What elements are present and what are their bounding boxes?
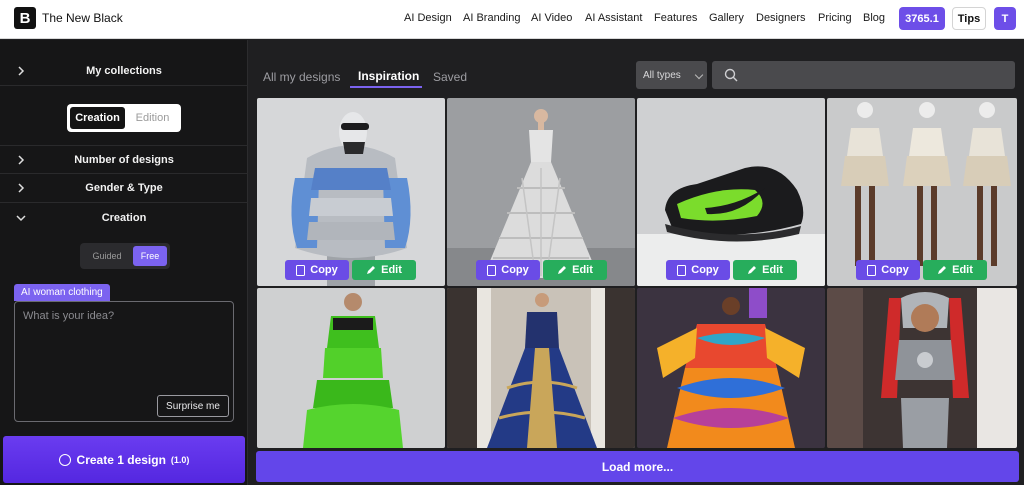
pencil-icon — [367, 266, 376, 274]
green-puffer-image — [257, 288, 445, 448]
chevron-down-icon — [16, 214, 26, 221]
pencil-icon — [748, 266, 757, 274]
my-collections-label: My collections — [86, 65, 162, 77]
active-tab-indicator — [350, 86, 422, 88]
chevron-right-icon — [18, 183, 25, 193]
type-filter-select[interactable]: All types — [636, 61, 707, 89]
nav-designers[interactable]: Designers — [756, 12, 806, 24]
gender-type-row[interactable]: Gender & Type — [0, 174, 248, 203]
edit-label: Edit — [762, 264, 783, 276]
tab-inspiration[interactable]: Inspiration — [358, 69, 419, 83]
lace-gown-image — [447, 98, 635, 286]
edit-label: Edit — [952, 264, 973, 276]
search-icon — [724, 68, 738, 82]
nav-features[interactable]: Features — [654, 12, 697, 24]
tab-all-my-designs[interactable]: All my designs — [263, 70, 340, 84]
sneaker-image — [637, 98, 825, 286]
edit-button[interactable]: Edit — [352, 260, 416, 280]
chevron-down-icon — [694, 70, 704, 80]
chevron-right-icon — [18, 154, 25, 165]
creation-mode-toggle: Guided Free — [80, 243, 170, 269]
edit-button[interactable]: Edit — [543, 260, 607, 280]
create-design-label: Create 1 design — [76, 452, 166, 467]
edit-label: Edit — [572, 264, 593, 276]
edit-button[interactable]: Edit — [923, 260, 987, 280]
runway-gown-image — [447, 288, 635, 448]
brand-name[interactable]: The New Black — [42, 11, 123, 25]
armor-look-image — [827, 288, 1017, 448]
copy-icon — [296, 264, 306, 276]
number-of-designs-label: Number of designs — [74, 153, 174, 166]
top-navbar: B The New Black AI Design AI Branding AI… — [0, 0, 1024, 39]
design-card-puffer-jacket[interactable] — [257, 98, 445, 286]
edit-button[interactable]: Edit — [733, 260, 797, 280]
search-input[interactable] — [712, 61, 1015, 89]
nav-blog[interactable]: Blog — [863, 12, 885, 24]
tips-button[interactable]: Tips — [952, 7, 986, 30]
nav-gallery[interactable]: Gallery — [709, 12, 744, 24]
pencil-icon — [558, 266, 567, 274]
mode-edition-button[interactable]: Edition — [127, 107, 178, 129]
gender-type-label: Gender & Type — [85, 182, 163, 194]
design-card-armor-look[interactable] — [827, 288, 1017, 448]
copy-label: Copy — [691, 264, 719, 276]
copy-icon — [487, 264, 497, 276]
copy-button[interactable]: Copy — [856, 260, 920, 280]
chevron-right-icon — [18, 66, 25, 76]
nav-ai-branding[interactable]: AI Branding — [463, 12, 520, 24]
prompt-tag[interactable]: AI woman clothing — [14, 284, 110, 301]
credits-badge[interactable]: 3765.1 — [899, 7, 945, 30]
copy-icon — [677, 264, 687, 276]
pencil-icon — [938, 266, 947, 274]
design-card-swirl-dress[interactable] — [637, 288, 825, 448]
ruffled-outfits-image — [827, 98, 1017, 286]
mode-toggle: Creation Edition — [67, 104, 181, 132]
copy-label: Copy — [310, 264, 338, 276]
my-collections-row[interactable]: My collections — [0, 57, 248, 86]
creation-label: Creation — [101, 211, 147, 224]
free-button[interactable]: Free — [133, 246, 167, 266]
nav-ai-assistant[interactable]: AI Assistant — [585, 12, 642, 24]
swirl-dress-image — [637, 288, 825, 448]
design-card-sneaker[interactable] — [637, 98, 825, 286]
copy-button[interactable]: Copy — [476, 260, 540, 280]
load-more-button[interactable]: Load more... — [256, 451, 1019, 482]
creation-row[interactable]: Creation — [0, 203, 248, 232]
nav-pricing[interactable]: Pricing — [818, 12, 852, 24]
puffer-jacket-image — [257, 98, 445, 286]
create-design-cost: (1.0) — [170, 454, 190, 465]
guided-button[interactable]: Guided — [83, 246, 131, 266]
design-card-runway-gown[interactable] — [447, 288, 635, 448]
create-design-button[interactable]: Create 1 design (1.0) — [3, 436, 245, 483]
copy-button[interactable]: Copy — [285, 260, 349, 280]
mode-creation-button[interactable]: Creation — [70, 107, 125, 129]
nav-ai-design[interactable]: AI Design — [404, 12, 452, 24]
number-of-designs-row[interactable]: Number of designs — [0, 145, 248, 174]
design-card-green-puffer[interactable] — [257, 288, 445, 448]
tab-saved[interactable]: Saved — [433, 70, 467, 84]
type-filter-value: All types — [643, 69, 681, 81]
main-panel: All my designs Inspiration Saved All typ… — [249, 40, 1024, 485]
design-card-ruffled-outfits[interactable] — [827, 98, 1017, 286]
copy-label: Copy — [501, 264, 529, 276]
nav-ai-video[interactable]: AI Video — [531, 12, 572, 24]
user-avatar[interactable]: T — [994, 7, 1016, 30]
brand-logo[interactable]: B — [14, 7, 36, 29]
sparkle-icon — [58, 453, 71, 466]
copy-button[interactable]: Copy — [666, 260, 730, 280]
prompt-placeholder: What is your idea? — [23, 310, 115, 322]
surprise-me-button[interactable]: Surprise me — [157, 395, 229, 417]
design-card-lace-gown[interactable] — [447, 98, 635, 286]
sidebar: My collections Creation Edition Number o… — [0, 40, 248, 485]
copy-icon — [867, 264, 877, 276]
copy-label: Copy — [881, 264, 909, 276]
edit-label: Edit — [381, 264, 402, 276]
